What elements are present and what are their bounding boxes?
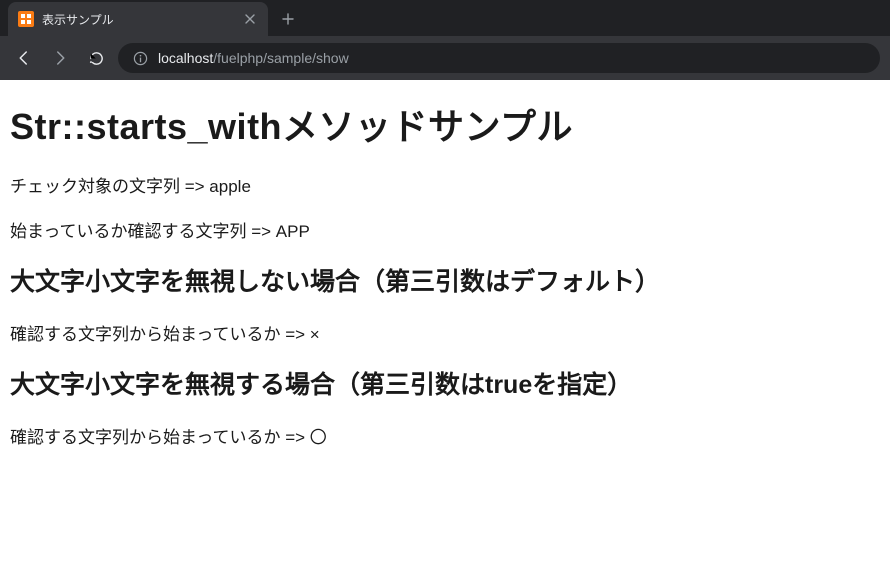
close-icon[interactable] xyxy=(242,11,258,27)
url-text: localhost/fuelphp/sample/show xyxy=(158,50,349,66)
target-string-line: チェック対象の文字列 => apple xyxy=(10,172,880,197)
section-case-sensitive: 大文字小文字を無視しない場合（第三引数はデフォルト） xyxy=(10,262,880,298)
reload-button[interactable] xyxy=(82,44,110,72)
address-bar[interactable]: localhost/fuelphp/sample/show xyxy=(118,43,880,73)
forward-button[interactable] xyxy=(46,44,74,72)
result-case-sensitive: 確認する文字列から始まっているか => × xyxy=(10,320,880,345)
tab-bar: 表示サンプル xyxy=(0,0,890,36)
url-host: localhost xyxy=(158,50,213,66)
url-path: /fuelphp/sample/show xyxy=(213,50,348,66)
browser-toolbar: localhost/fuelphp/sample/show xyxy=(0,36,890,80)
tab-title: 表示サンプル xyxy=(42,11,234,28)
page-title: Str::starts_withメソッドサンプル xyxy=(10,98,880,150)
new-tab-button[interactable] xyxy=(274,5,302,33)
xampp-icon xyxy=(18,11,34,27)
back-button[interactable] xyxy=(10,44,38,72)
page-content: Str::starts_withメソッドサンプル チェック対象の文字列 => a… xyxy=(0,80,890,478)
section-case-insensitive: 大文字小文字を無視する場合（第三引数はtrueを指定） xyxy=(10,365,880,401)
site-info-icon[interactable] xyxy=(132,50,148,66)
result-case-insensitive: 確認する文字列から始まっているか => 〇 xyxy=(10,423,880,448)
browser-tab[interactable]: 表示サンプル xyxy=(8,2,268,36)
check-string-line: 始まっているか確認する文字列 => APP xyxy=(10,217,880,242)
